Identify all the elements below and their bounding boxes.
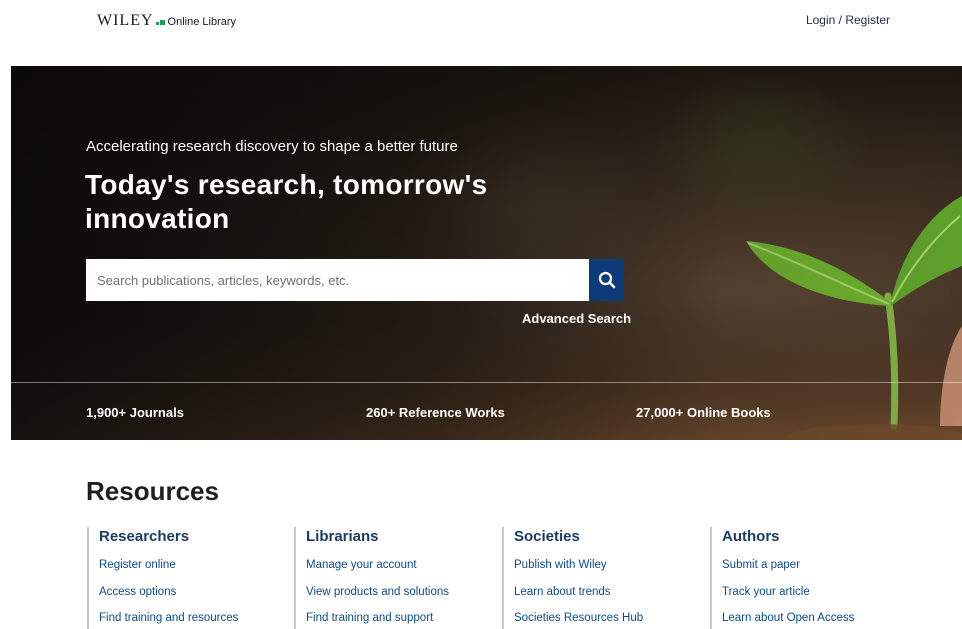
column-heading[interactable]: Researchers bbox=[99, 527, 287, 547]
hero-divider bbox=[11, 382, 962, 383]
resources-column-librarians: Librarians Manage your account View prod… bbox=[294, 527, 494, 629]
resource-link[interactable]: Track your article bbox=[722, 584, 910, 611]
resource-link[interactable]: View products and solutions bbox=[306, 584, 494, 611]
resource-link[interactable]: Learn about trends bbox=[514, 584, 702, 611]
logo-mark-icon bbox=[155, 16, 165, 25]
stat-journals[interactable]: 1,900+ Journals bbox=[86, 405, 184, 420]
column-heading[interactable]: Societies bbox=[514, 527, 702, 547]
advanced-search-link[interactable]: Advanced Search bbox=[522, 311, 631, 326]
login-register-link[interactable]: Login / Register bbox=[806, 13, 890, 27]
column-heading[interactable]: Authors bbox=[722, 527, 910, 547]
logo-product-name: Online Library bbox=[167, 16, 237, 28]
search-icon bbox=[598, 271, 615, 289]
resource-link[interactable]: Societies Resources Hub bbox=[514, 610, 702, 629]
resource-link[interactable]: Register online bbox=[99, 557, 287, 584]
stat-reference-works[interactable]: 260+ Reference Works bbox=[366, 405, 505, 420]
hero-headline: Today's research, tomorrow's innovation bbox=[85, 169, 488, 234]
logo-wordmark: WILEY bbox=[97, 12, 154, 29]
resource-link[interactable]: Submit a paper bbox=[722, 557, 910, 584]
resources-column-authors: Authors Submit a paper Track your articl… bbox=[710, 527, 910, 629]
resource-link[interactable]: Manage your account bbox=[306, 557, 494, 584]
site-header: WILEY Online Library Login / Register bbox=[0, 0, 962, 66]
resources-heading: Resources bbox=[86, 476, 219, 506]
search-input[interactable] bbox=[86, 259, 589, 301]
resources-column-researchers: Researchers Register online Access optio… bbox=[87, 527, 287, 629]
column-heading[interactable]: Librarians bbox=[306, 527, 494, 547]
search-bar bbox=[86, 259, 624, 301]
resources-column-societies: Societies Publish with Wiley Learn about… bbox=[502, 527, 702, 629]
hero-tagline: Accelerating research discovery to shape… bbox=[86, 138, 458, 155]
resource-link[interactable]: Publish with Wiley bbox=[514, 557, 702, 584]
resource-link[interactable]: Learn about Open Access bbox=[722, 610, 910, 629]
resource-link[interactable]: Find training and support bbox=[306, 610, 494, 629]
stat-online-books[interactable]: 27,000+ Online Books bbox=[636, 405, 771, 420]
wiley-logo[interactable]: WILEY Online Library bbox=[97, 12, 236, 30]
hero-banner: Accelerating research discovery to shape… bbox=[11, 66, 962, 440]
search-button[interactable] bbox=[589, 259, 624, 301]
resource-link[interactable]: Find training and resources bbox=[99, 610, 287, 629]
resource-link[interactable]: Access options bbox=[99, 584, 287, 611]
